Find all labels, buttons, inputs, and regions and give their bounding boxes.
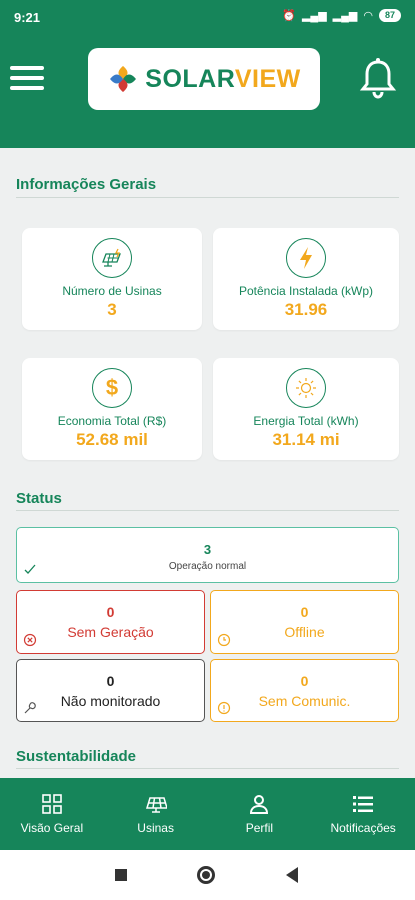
status-no-generation[interactable]: 0 Sem Geração [16,590,205,654]
alarm-icon: ⏰ [282,10,296,22]
solar-panel-icon [145,797,167,813]
user-icon [250,795,269,814]
clock: 9:21 [14,10,41,25]
solar-panel-icon [92,238,132,278]
sun-icon [286,368,326,408]
nav-label: Usinas [137,821,174,835]
status-icons: ⏰ ▂▄▆ ▂▄▆ ◠ 87 [282,9,401,22]
battery-icon: 87 [378,9,401,22]
menu-icon-bar [10,66,44,70]
nav-label: Perfil [245,821,274,835]
card-value: 3 [107,300,117,319]
status-label: Offline [284,624,325,640]
nav-label: Visão Geral [20,821,84,835]
list-icon [353,796,374,812]
card-plant-count: Número de Usinas 3 [22,228,202,330]
card-total-savings: $ Economia Total (R$) 52.68 mil [22,358,202,460]
app-header: SOLARVIEW [0,36,415,148]
divider [16,768,399,769]
status-count: 3 [203,542,212,557]
divider [16,510,399,511]
status-count: 0 [300,673,309,689]
status-label: Não monitorado [60,693,161,709]
status-normal-operation[interactable]: 3 Operação normal [16,527,399,583]
solarview-logo: SOLARVIEW [88,48,320,110]
nav-profile[interactable]: Perfil [208,778,312,850]
back-button[interactable] [286,867,298,883]
home-button[interactable] [197,866,215,884]
status-offline[interactable]: 0 Offline [210,590,399,654]
nav-notifications[interactable]: Notificações [311,778,415,850]
nav-overview[interactable]: Visão Geral [0,778,104,850]
card-label: Número de Usinas [62,284,162,298]
card-value: 31.96 [284,300,328,319]
card-installed-power: Potência Instalada (kWp) 31.96 [213,228,399,330]
status-count: 0 [106,604,115,620]
card-label: Potência Instalada (kWp) [238,284,374,298]
section-title-status: Status [16,490,62,507]
check-icon [24,564,36,574]
divider [16,197,399,198]
card-label: Economia Total (R$) [57,414,167,428]
section-title-sustainability: Sustentabilidade [16,748,137,765]
logo-mark-icon [110,66,137,92]
signal-icon: ▂▄▆ [301,10,327,22]
system-navigation-bar [0,850,415,900]
card-value: 31.14 mi [272,430,340,449]
status-count: 0 [106,673,115,689]
menu-button[interactable] [10,66,44,96]
bell-icon[interactable] [358,56,398,100]
system-status-bar: 9:21 ⏰ ▂▄▆ ▂▄▆ ◠ 87 [0,0,415,36]
section-title-general: Informações Gerais [16,176,157,193]
clock-icon [217,633,231,647]
lightning-icon [286,238,326,278]
wrench-icon [24,702,36,714]
bottom-navigation: Visão Geral Usinas Perfil Notificações [0,778,415,850]
signal-icon-2: ▂▄▆ [332,10,358,22]
status-no-communication[interactable]: 0 Sem Comunic. [210,659,399,722]
status-count: 0 [300,604,309,620]
close-circle-icon [23,633,37,647]
recents-button[interactable] [115,869,127,881]
menu-icon-bar [10,76,44,80]
grid-icon [42,794,62,814]
wifi-icon: ◠ [363,10,373,22]
card-value: 52.68 mil [76,430,148,449]
card-label: Energia Total (kWh) [253,414,359,428]
menu-icon-bar [10,86,44,90]
nav-plants[interactable]: Usinas [104,778,208,850]
status-label: Sem Geração [67,624,154,640]
status-not-monitored[interactable]: 0 Não monitorado [16,659,205,722]
status-label: Operação normal [168,561,247,572]
logo-text: SOLARVIEW [145,64,301,93]
dollar-icon: $ [92,368,132,408]
card-total-energy: Energia Total (kWh) 31.14 mi [213,358,399,460]
alert-circle-icon [217,701,231,715]
nav-label: Notificações [330,821,396,835]
status-label: Sem Comunic. [258,693,351,709]
